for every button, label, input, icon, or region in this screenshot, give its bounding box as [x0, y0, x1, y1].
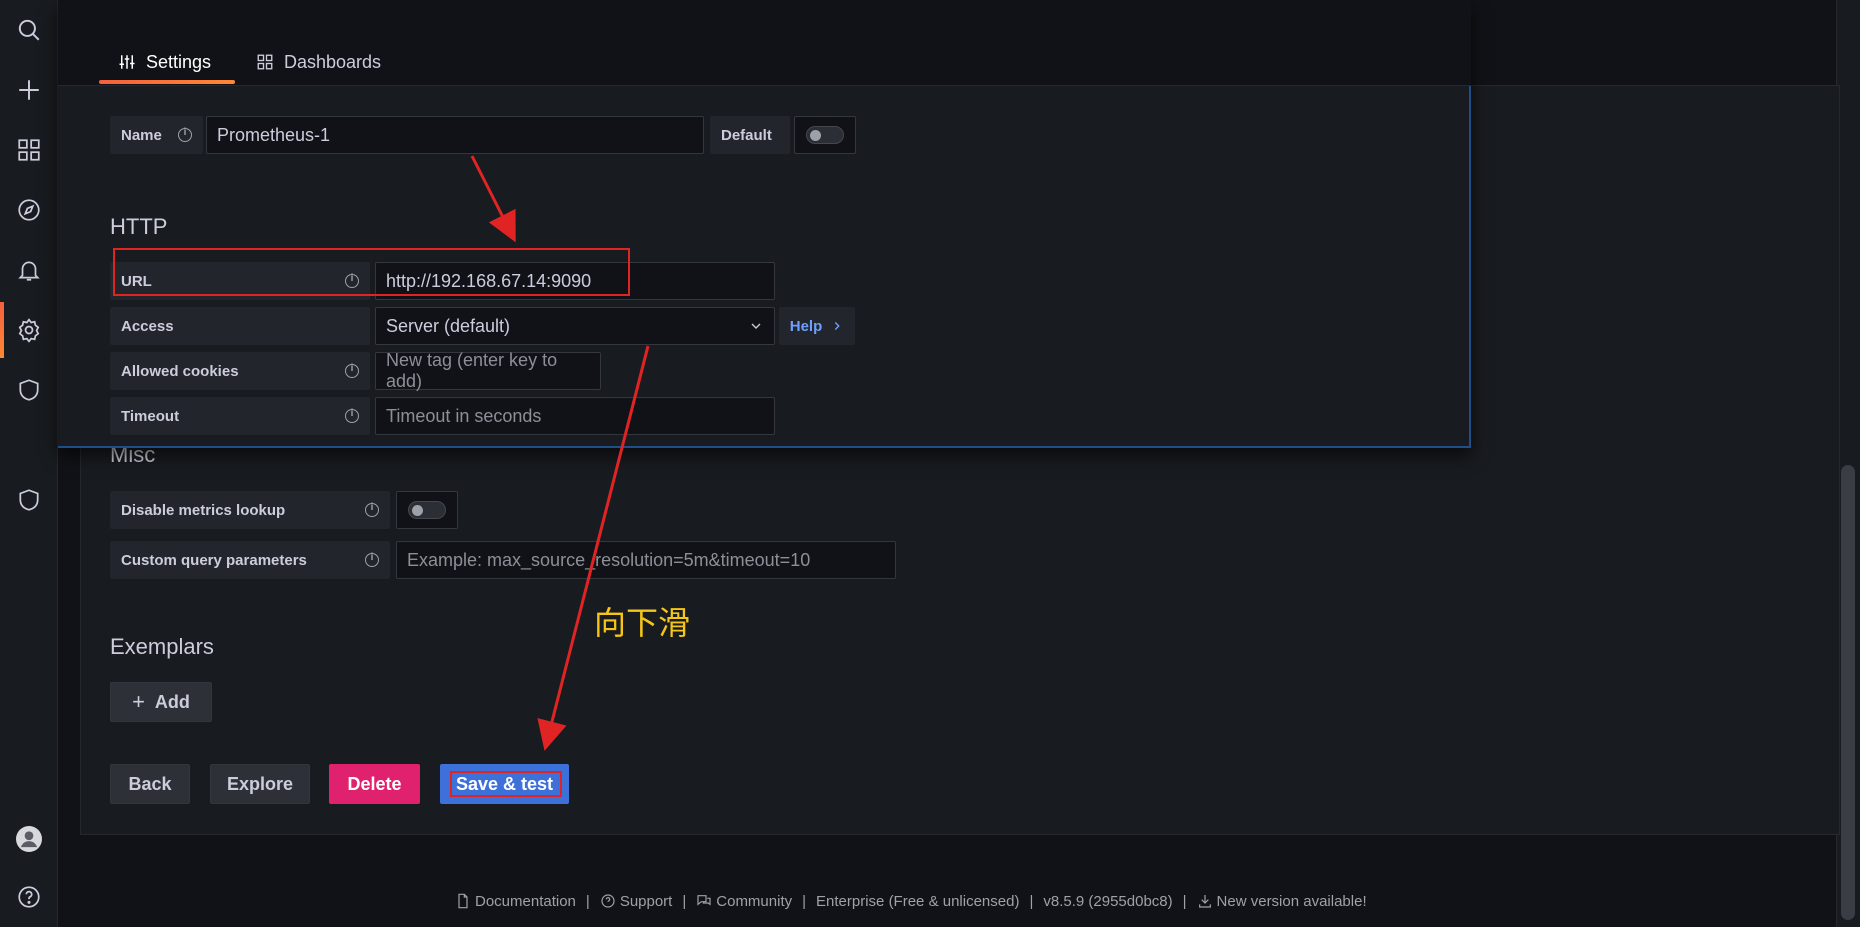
scroll-down-annotation: 向下滑 — [594, 605, 691, 641]
annotation-arrows — [470, 155, 650, 751]
arrow-to-url — [470, 155, 516, 243]
arrow-to-save — [537, 345, 650, 751]
